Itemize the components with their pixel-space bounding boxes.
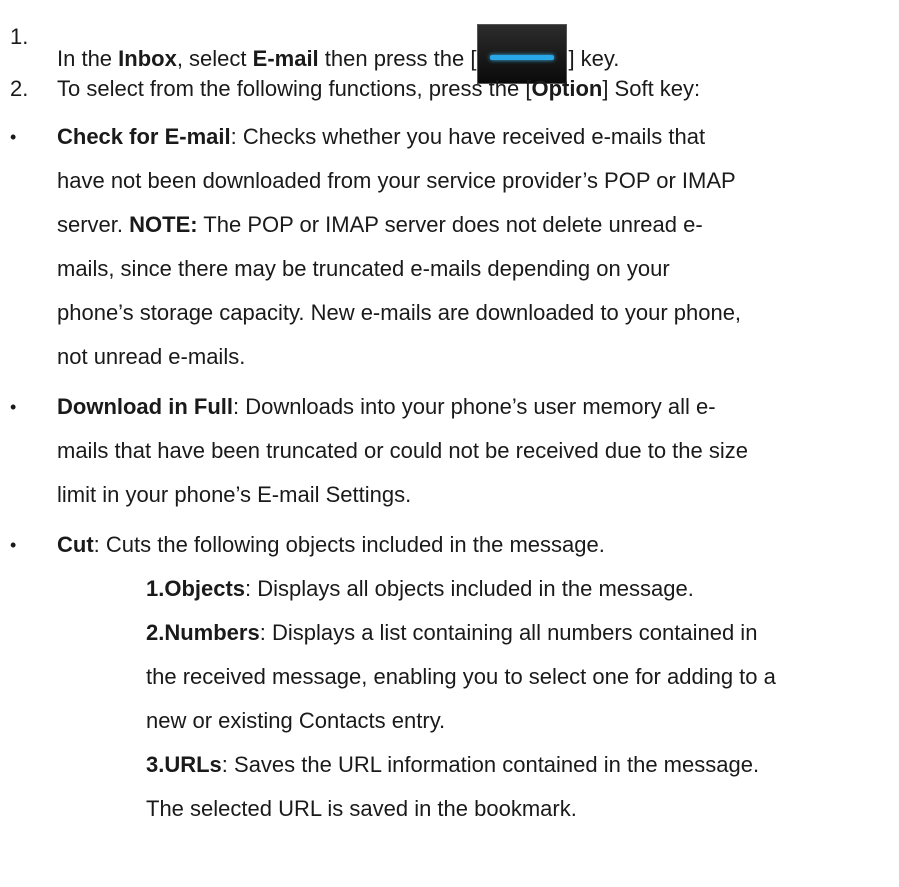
check-email-term: Check for E-mail [57, 124, 231, 149]
note-label: NOTE: [129, 212, 198, 237]
step-number: 1. [10, 24, 29, 49]
objects-term: 1.Objects [146, 576, 246, 601]
step-2-text: To select from the following functions, … [57, 76, 701, 101]
bullet: • [10, 127, 17, 147]
menu-key-icon [477, 24, 568, 84]
option-key-label: Option [531, 76, 603, 101]
download-full-term: Download in Full [57, 394, 233, 419]
bullet: • [10, 397, 17, 417]
step-1-text: In the Inbox, select E-mail then press t… [57, 24, 619, 84]
email-label: E-mail [252, 46, 319, 71]
inbox-label: Inbox [118, 46, 177, 71]
cut-term: Cut [57, 532, 94, 557]
step-number: 2. [10, 76, 29, 101]
numbers-term: 2.Numbers [146, 620, 260, 645]
urls-term: 3.URLs [146, 752, 222, 777]
bullet: • [10, 535, 17, 555]
